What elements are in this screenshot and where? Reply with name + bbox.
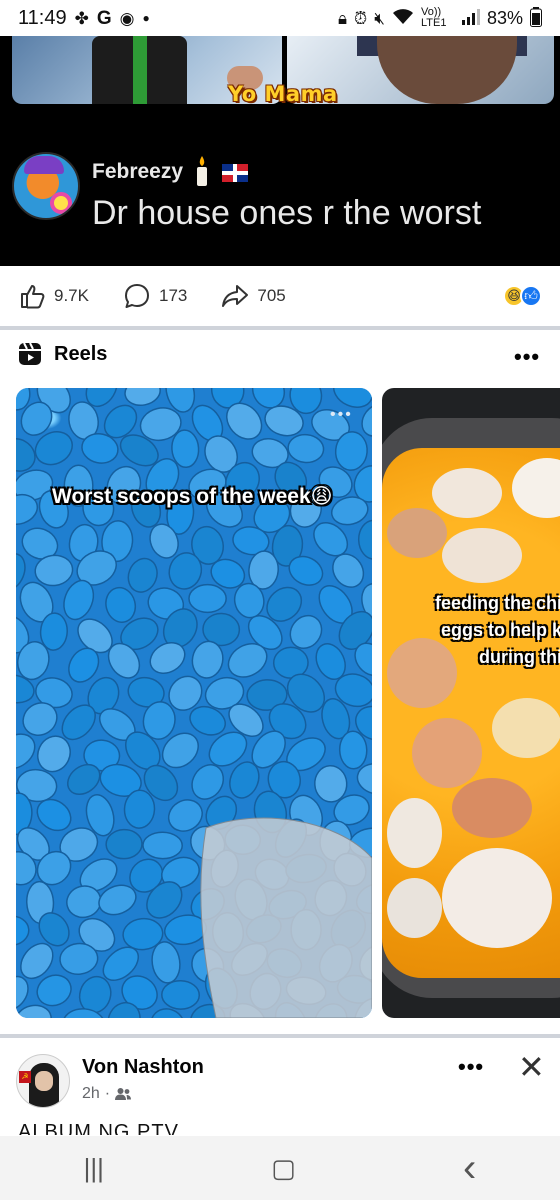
reels-title: Reels	[54, 342, 108, 365]
like-count: 9.7K	[54, 286, 89, 305]
meta-separator: ·	[104, 1085, 111, 1102]
reel-caption-line: during this	[479, 647, 560, 667]
post-text: ALBUM NG PTV	[18, 1121, 179, 1135]
battery-icon	[530, 6, 542, 30]
system-nav-bar: ||| ▢ ‹	[0, 1136, 560, 1200]
avatar[interactable]: ☭	[16, 1054, 70, 1108]
comment-author: Febreezy	[92, 160, 184, 183]
pinwheel-icon: ✤	[74, 8, 89, 28]
flag-icon	[222, 164, 248, 182]
like-button[interactable]: 9.7K	[18, 282, 89, 310]
home-button[interactable]: ▢	[271, 1153, 296, 1184]
close-icon[interactable]: ✕	[518, 1048, 545, 1086]
candle-icon	[192, 156, 212, 186]
reel-caption-line: feeding the chic	[434, 593, 560, 613]
share-button[interactable]: 705	[221, 282, 286, 310]
recents-button[interactable]: |||	[84, 1153, 104, 1184]
dot-icon: ●	[142, 11, 150, 25]
avatar	[12, 152, 80, 220]
back-button[interactable]: ‹	[463, 1146, 476, 1191]
thumbs-up-icon	[21, 285, 45, 309]
mute-icon: 🔇︎	[374, 8, 385, 28]
like-reaction-icon: 👍︎	[520, 285, 542, 307]
reel-caption: Worst scoops of the week😩	[52, 485, 333, 508]
reel-card[interactable]: ••• Worst scoops of the week😩	[16, 388, 372, 1018]
comment-button[interactable]: 173	[123, 282, 187, 310]
comment-icon	[124, 284, 149, 308]
post-more-button[interactable]: •••	[458, 1054, 484, 1080]
google-icon: G	[96, 7, 112, 29]
reel-caption: feeding the chic eggs to help ke during …	[388, 590, 560, 671]
reels-more-button[interactable]: •••	[514, 344, 540, 370]
reaction-summary[interactable]: 😆 👍︎	[503, 285, 542, 307]
reel-caption-line: eggs to help ke	[440, 620, 560, 640]
status-bar: 11:49 ✤ G ◉ ● 🔒︎ ⏰︎ 🔇︎ Vo)) LTE1 83%	[0, 0, 560, 36]
reel-card[interactable]: feeding the chic eggs to help ke during …	[382, 388, 560, 1018]
comment-count: 173	[158, 286, 188, 305]
network-label: Vo)) LTE1	[420, 6, 447, 29]
status-time: 11:49	[18, 6, 67, 29]
post-author[interactable]: Von Nashton	[82, 1056, 204, 1079]
assistant-icon: ◉	[119, 8, 135, 28]
friends-icon	[115, 1088, 132, 1100]
alarm-icon: ⏰︎	[353, 8, 368, 28]
reels-header[interactable]: Reels	[18, 342, 107, 366]
post-time: 2h	[82, 1085, 100, 1102]
post-image[interactable]: Yo Mama Febreezy Dr house ones r the wor…	[0, 36, 560, 266]
wifi-icon	[392, 8, 414, 28]
share-icon	[222, 285, 249, 307]
signal-icon	[461, 8, 480, 28]
reel-thumbnail	[16, 388, 372, 1018]
reel-more-button[interactable]: •••	[330, 406, 353, 424]
reels-icon	[19, 342, 41, 365]
post-meta: 2h ·	[82, 1085, 132, 1103]
reactions-bar: 9.7K 173 705 😆 👍︎	[0, 266, 560, 326]
divider	[0, 1034, 560, 1038]
comment-text: Dr house ones r the worst	[92, 194, 482, 232]
battery-level: 83%	[486, 7, 523, 28]
divider	[0, 326, 560, 330]
share-count: 705	[257, 286, 286, 305]
lock-icon: 🔒︎	[337, 8, 347, 28]
meme-title: Yo Mama	[228, 82, 338, 106]
